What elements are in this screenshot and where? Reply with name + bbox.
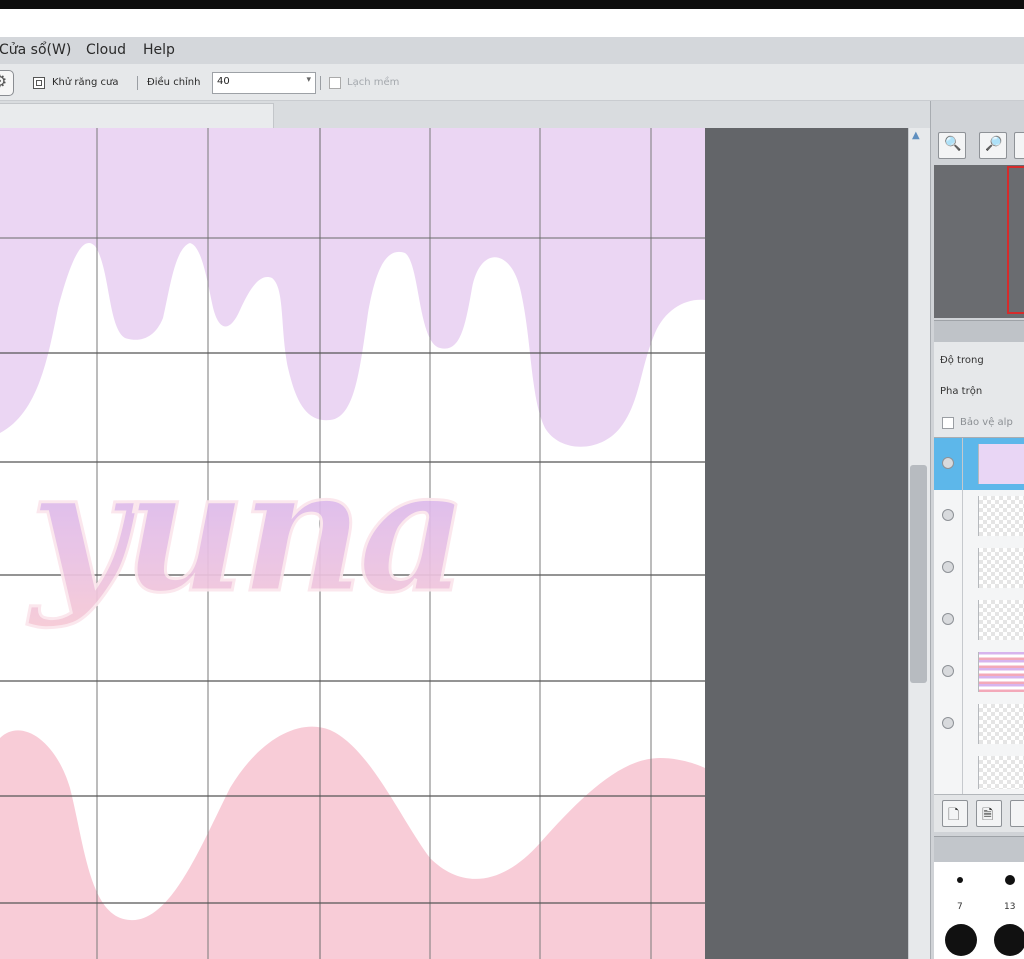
visibility-eye-icon[interactable] xyxy=(942,665,954,677)
yuna-lettering: yuna xyxy=(26,431,462,631)
zoom-fit-button[interactable]: 🔍 xyxy=(938,132,966,159)
layer-row[interactable] xyxy=(934,542,1024,595)
layer-row[interactable] xyxy=(934,438,1024,491)
layer-row[interactable] xyxy=(934,490,1024,543)
zoom-in-icon: 🔎 xyxy=(985,136,1003,152)
menu-bar: Cửa sổ(W) Cloud Help xyxy=(0,37,1024,64)
layer-thumbnail xyxy=(978,652,1024,692)
visibility-eye-icon[interactable] xyxy=(942,717,954,729)
gear-icon: ⚙ xyxy=(0,72,7,92)
brush-size-label: 13 xyxy=(1004,902,1016,912)
soft-edge-checkbox[interactable] xyxy=(329,77,341,89)
tool-options-bar: ⚙ Khử răng cưa Điều chỉnh Lạch mềm xyxy=(0,64,1024,101)
navigator-view-frame[interactable] xyxy=(1007,166,1024,314)
visibility-eye-icon[interactable] xyxy=(942,509,954,521)
canvas-artwork: yuna xyxy=(0,128,705,959)
visibility-eye-icon[interactable] xyxy=(942,457,954,469)
menu-cloud[interactable]: Cloud xyxy=(86,42,126,58)
brush-size-7[interactable] xyxy=(957,877,963,883)
layer-thumbnail xyxy=(978,704,1024,744)
layer-row[interactable] xyxy=(934,646,1024,699)
layer-folder-button[interactable] xyxy=(1010,800,1024,827)
layer-row[interactable] xyxy=(934,594,1024,647)
layer-list xyxy=(934,437,1024,796)
adjust-value: 40 xyxy=(217,76,230,87)
visibility-eye-icon[interactable] xyxy=(942,561,954,573)
new-raster-layer-button[interactable]: 🗎 xyxy=(976,800,1002,827)
checkbox-mark-icon xyxy=(36,80,42,86)
brush-size-large[interactable] xyxy=(945,924,977,956)
layer-row[interactable] xyxy=(934,698,1024,751)
brush-size-label: 7 xyxy=(957,902,963,912)
option-divider xyxy=(320,76,321,90)
protect-alpha-checkbox[interactable] xyxy=(942,417,954,429)
antialias-checkbox[interactable] xyxy=(33,77,45,89)
photo-top-border xyxy=(0,0,1024,9)
scrollbar-thumb[interactable] xyxy=(910,465,927,683)
scroll-up-icon[interactable]: ▲ xyxy=(912,130,920,141)
visibility-eye-icon[interactable] xyxy=(942,613,954,625)
brush-size-13[interactable] xyxy=(1005,875,1015,885)
adjust-label: Điều chỉnh xyxy=(147,77,201,88)
window-title-strip xyxy=(0,9,1024,37)
layer-thumbnail xyxy=(978,444,1024,484)
blend-label: Pha trộn xyxy=(940,386,983,397)
soft-edge-label: Lạch mềm xyxy=(347,77,400,88)
document-tab[interactable] xyxy=(0,103,274,128)
opacity-label: Độ trong xyxy=(940,355,984,366)
layer-panel-header xyxy=(934,320,1024,342)
layer-properties: Độ trong Pha trộn Bảo vệ alp xyxy=(934,342,1024,437)
brush-size-large[interactable] xyxy=(994,924,1024,956)
layer-row[interactable] xyxy=(934,750,1024,796)
brush-size-header xyxy=(934,836,1024,862)
layer-thumbnail xyxy=(978,756,1024,789)
layer-actions-bar: 🗋 🗎 xyxy=(934,794,1024,832)
brush-size-panel: 7 13 xyxy=(934,862,1024,959)
zoom-out-button[interactable] xyxy=(1014,132,1024,159)
adjust-value-input[interactable]: 40 ▾ xyxy=(212,72,316,94)
new-raster-layer-icon: 🗎 xyxy=(982,807,994,823)
menu-help[interactable]: Help xyxy=(143,42,175,58)
protect-alpha-label: Bảo vệ alp xyxy=(960,417,1013,428)
option-divider xyxy=(137,76,138,90)
layer-thumbnail xyxy=(978,548,1024,588)
zoom-fit-icon: 🔍 xyxy=(944,136,962,152)
layer-thumbnail xyxy=(978,600,1024,640)
new-layer-button[interactable]: 🗋 xyxy=(942,800,968,827)
menu-window[interactable]: Cửa sổ(W) xyxy=(0,42,71,58)
zoom-in-button[interactable]: 🔎 xyxy=(979,132,1007,159)
antialias-label: Khử răng cưa xyxy=(52,77,119,88)
chevron-down-icon[interactable]: ▾ xyxy=(306,75,311,85)
tool-settings-button[interactable]: ⚙ xyxy=(0,70,14,96)
canvas[interactable]: yuna xyxy=(0,128,705,959)
new-layer-icon: 🗋 xyxy=(948,807,960,823)
layer-thumbnail xyxy=(978,496,1024,536)
